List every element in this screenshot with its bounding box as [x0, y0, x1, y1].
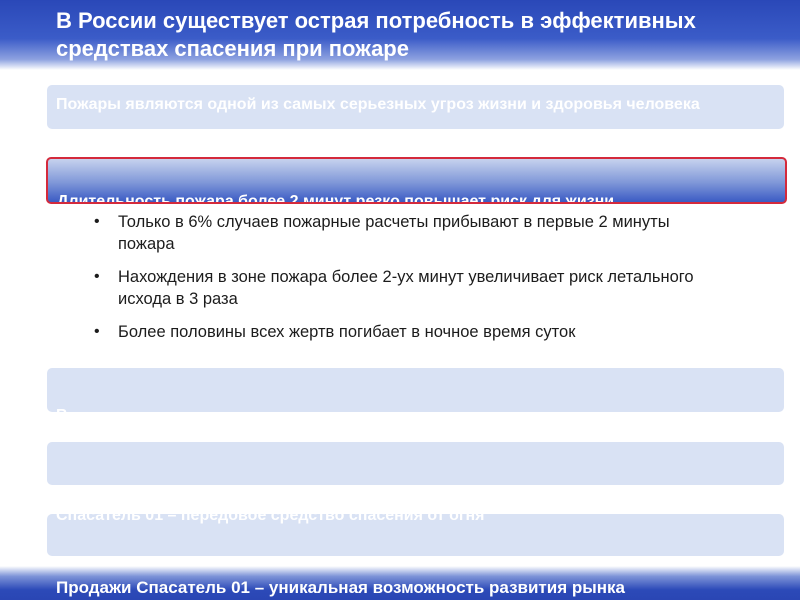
info-box-text: Пожары являются одной из самых серьезных… [56, 96, 700, 113]
bullet-text: Нахождения в зоне пожара более 2-ух мину… [118, 268, 694, 308]
info-box-text: Спасатель 01 – передовое средство спасен… [56, 507, 485, 524]
info-box-text: В ... пожара [56, 407, 115, 444]
slide-footer: Продажи Спасатель 01 – уникальная возмож… [0, 566, 800, 600]
info-box-text: Длительность пожара более 2 минут резко … [57, 193, 615, 204]
info-box-rescue-device: Спасатель 01 – передовое средство спасен… [47, 507, 784, 556]
info-box-fire-duration-highlighted: Длительность пожара более 2 минут резко … [46, 157, 787, 204]
bullet-dot-icon: • [94, 268, 100, 285]
info-box-night-fires: В ... пожара [47, 368, 784, 444]
bullet-dot-icon: • [94, 213, 100, 230]
bullet-item: • Более половины всех жертв погибает в н… [88, 321, 728, 343]
info-box-empty [47, 442, 784, 485]
slide-title: В России существует острая потребность в… [56, 8, 696, 61]
bullet-list: • Только в 6% случаев пожарные расчеты п… [88, 211, 728, 354]
info-box-fire-threat: Пожары являются одной из самых серьезных… [47, 85, 784, 129]
bullet-text: Более половины всех жертв погибает в ноч… [118, 323, 576, 341]
bullet-item: • Нахождения в зоне пожара более 2-ух ми… [88, 266, 728, 310]
slide-header: В России существует острая потребность в… [0, 0, 800, 70]
bullet-dot-icon: • [94, 323, 100, 340]
bullet-item: • Только в 6% случаев пожарные расчеты п… [88, 211, 728, 255]
bullet-text: Только в 6% случаев пожарные расчеты при… [118, 213, 670, 253]
footer-text: Продажи Спасатель 01 – уникальная возмож… [56, 578, 625, 597]
